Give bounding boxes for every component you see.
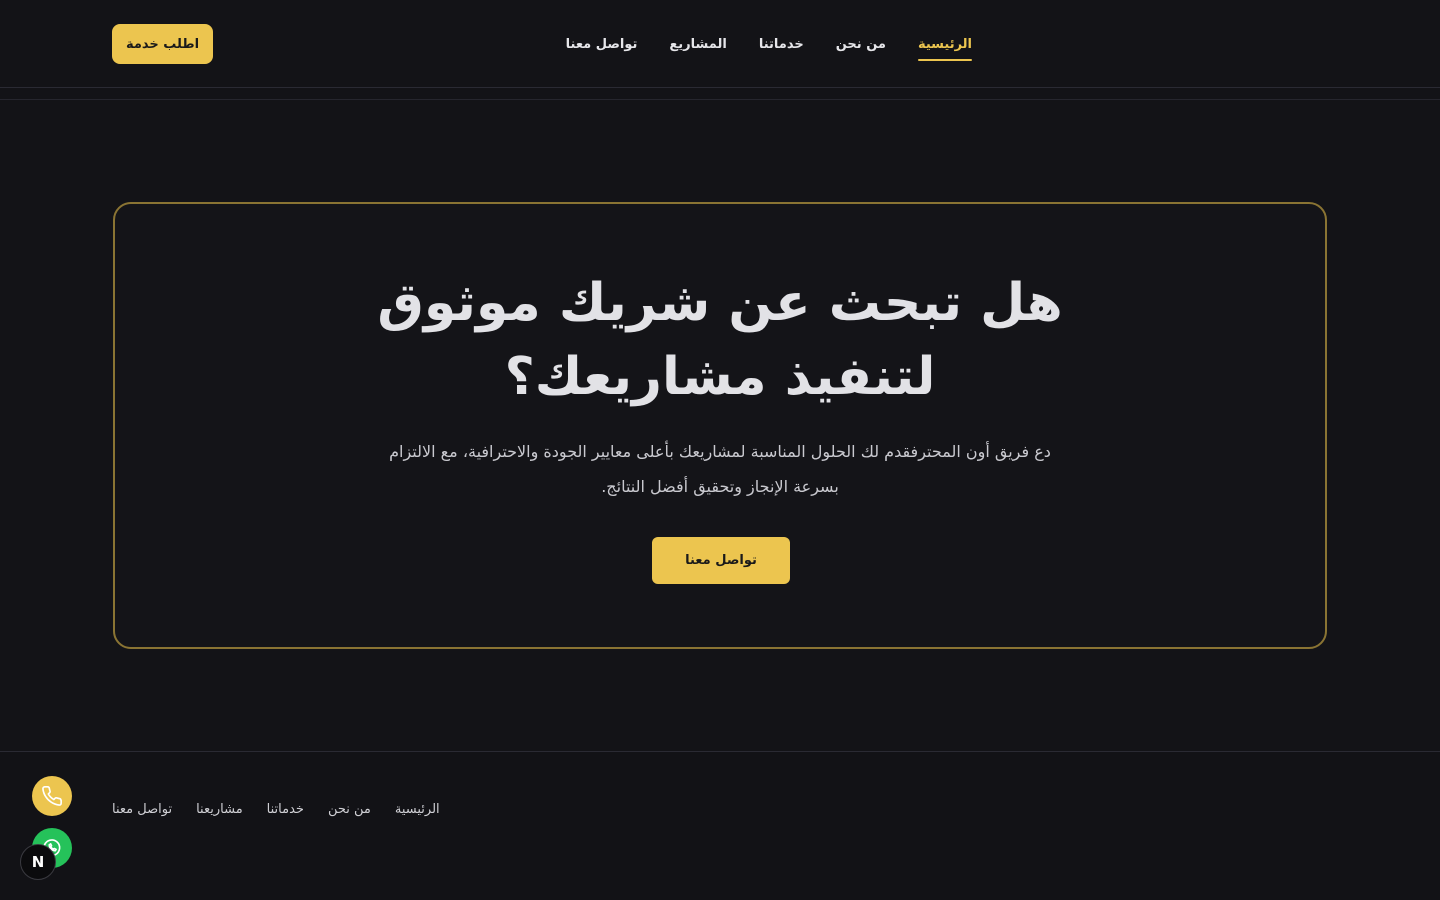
site-header: اطلب خدمة الرئيسية من نحن خدماتنا المشار… (0, 0, 1440, 88)
footer-link-services[interactable]: خدماتنا (267, 802, 304, 817)
footer-link-home[interactable]: الرئيسية (395, 802, 440, 817)
footer-link-about[interactable]: من نحن (328, 802, 371, 817)
nav-item-contact[interactable]: تواصل معنا (566, 31, 638, 58)
main-nav: الرئيسية من نحن خدماتنا المشاريع تواصل م… (566, 0, 973, 88)
nav-item-projects[interactable]: المشاريع (669, 31, 726, 58)
site-footer: الرئيسية من نحن خدماتنا مشاريعنا تواصل م… (0, 751, 1440, 900)
footer-nav: الرئيسية من نحن خدماتنا مشاريعنا تواصل م… (112, 802, 462, 817)
n-badge-letter: N (31, 853, 45, 871)
header-divider (0, 99, 1440, 100)
contact-us-button[interactable]: تواصل معنا (652, 537, 790, 584)
nav-item-services[interactable]: خدماتنا (759, 31, 804, 58)
nav-item-about[interactable]: من نحن (836, 31, 886, 58)
nav-item-home[interactable]: الرئيسية (917, 31, 973, 61)
request-service-button[interactable]: اطلب خدمة (112, 24, 213, 64)
hero-card: هل تبحث عن شريك موثوق لتنفيذ مشاريعك؟ دع… (113, 202, 1327, 649)
footer-link-contact[interactable]: تواصل معنا (112, 802, 172, 817)
hero-description: دع فريق أون المحترفقدم لك الحلول المناسب… (389, 442, 1051, 496)
hero-title: هل تبحث عن شريك موثوق لتنفيذ مشاريعك؟ (377, 273, 1063, 407)
phone-icon (42, 786, 62, 806)
floating-n-badge[interactable]: N (20, 844, 56, 880)
footer-link-projects[interactable]: مشاريعنا (196, 802, 243, 817)
floating-phone-button[interactable] (32, 776, 72, 816)
page: اطلب خدمة الرئيسية من نحن خدماتنا المشار… (0, 0, 1440, 900)
